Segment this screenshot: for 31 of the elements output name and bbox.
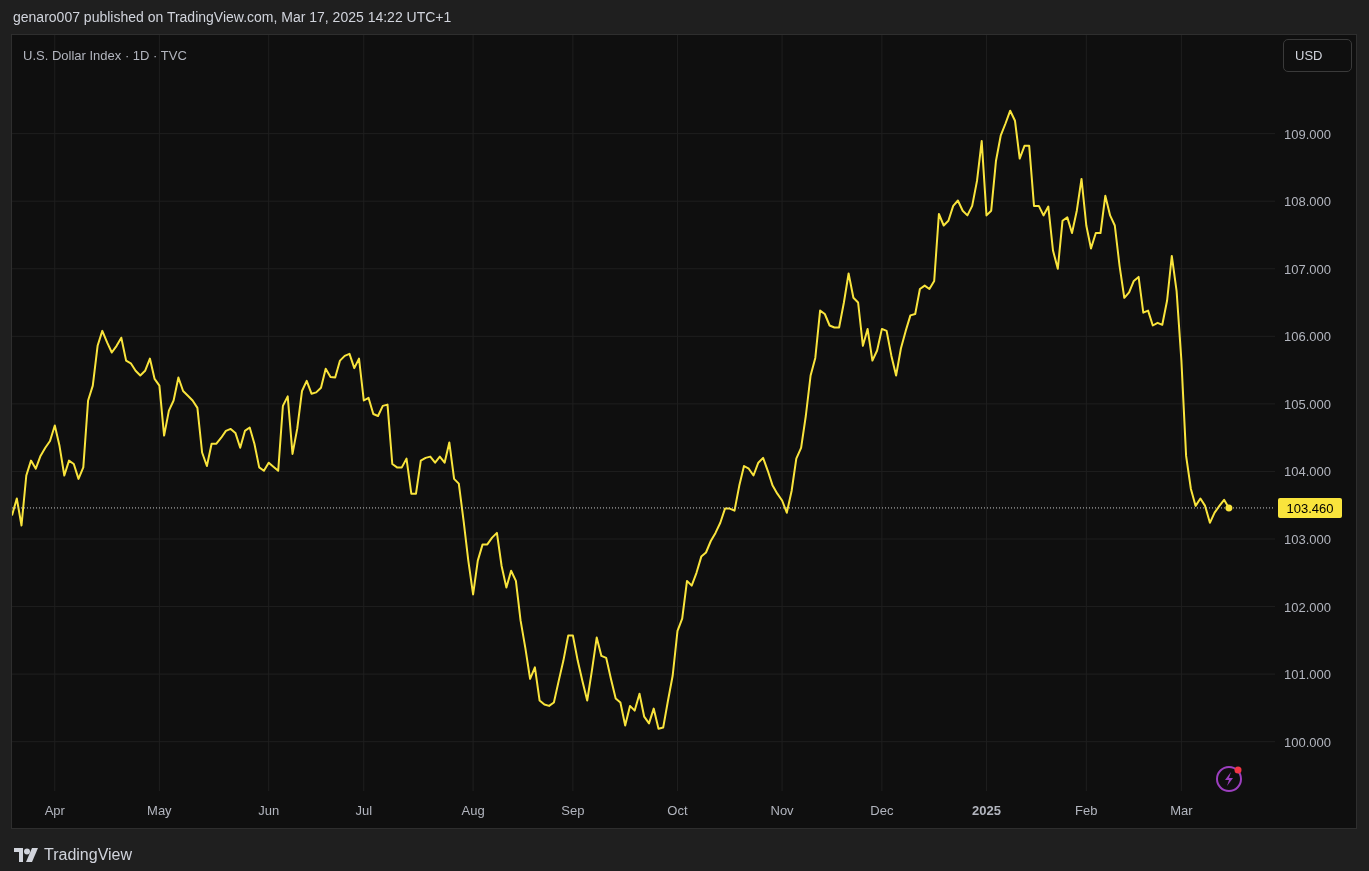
axis-label: Nov <box>770 803 794 818</box>
axis-label: Sep <box>561 803 585 818</box>
axis-label: 106.000 <box>1284 329 1331 345</box>
symbol-legend: U.S. Dollar Index · 1D · TVC <box>23 46 187 66</box>
currency-button[interactable]: USD <box>1283 39 1352 72</box>
publish-info: genaro007 published on TradingView.com, Mar 17, 2025 14:22 UTC+1 <box>13 7 452 27</box>
ref-line-label: 103.460 <box>1286 500 1334 516</box>
brand-name: TradingView <box>44 845 133 865</box>
axis-label: 103.000 <box>1284 532 1331 547</box>
axis-label: Mar <box>1170 803 1193 818</box>
axis-label: 104.000 <box>1284 464 1331 480</box>
axis-label: Dec <box>870 803 894 818</box>
last-price-dot <box>1225 504 1233 512</box>
axis-label: 101.000 <box>1284 667 1331 683</box>
axis-label: Feb <box>1075 803 1098 818</box>
axis-label: 100.000 <box>1284 734 1331 750</box>
axis-label: 108.000 <box>1284 194 1331 210</box>
axis-label: Jul <box>355 803 373 818</box>
axis-label: May <box>147 803 172 818</box>
axis-label: Jun <box>258 803 280 818</box>
axis-label: Apr <box>44 803 65 818</box>
axis-label: 107.000 <box>1284 261 1331 277</box>
axis-label: 105.000 <box>1284 396 1331 412</box>
axis-label: 2025 <box>972 803 1001 818</box>
axis-label: Aug <box>461 803 485 818</box>
axis-label: 109.000 <box>1284 126 1331 142</box>
price-label: 103.460 <box>1278 497 1342 518</box>
logo-icon <box>14 848 38 862</box>
axis-label: Oct <box>667 803 688 818</box>
lightning-icon[interactable] <box>1214 763 1244 793</box>
axis-label: 102.000 <box>1284 599 1331 615</box>
